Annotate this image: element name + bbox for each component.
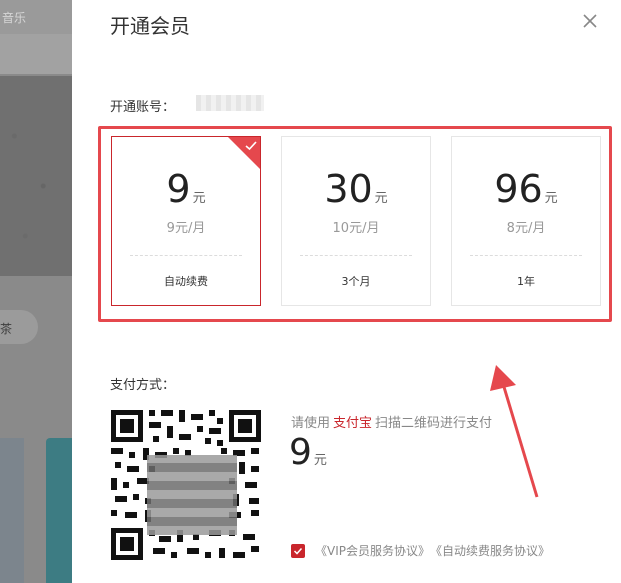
background-card <box>0 438 24 583</box>
payment-amount-unit: 元 <box>313 453 327 468</box>
background-app: 音乐 茶 <box>0 0 80 583</box>
plan-price: 96 元 <box>452 167 600 211</box>
payment-hint-prefix: 请使用 <box>291 416 331 431</box>
plan-price-unit: 元 <box>544 191 558 206</box>
plan-monthly-price: 8元/月 <box>506 221 546 236</box>
plan-option-3-months[interactable]: 30 元 10元/月 3个月 <box>281 136 431 306</box>
dialog-title: 开通会员 <box>110 14 190 38</box>
plan-price: 30 元 <box>282 167 430 211</box>
plan-price-value: 9 <box>166 167 191 211</box>
plan-monthly-price: 10元/月 <box>332 221 380 236</box>
annotation-arrow <box>490 365 539 498</box>
plan-option-1-year[interactable]: 96 元 8元/月 1年 <box>451 136 601 306</box>
close-button[interactable] <box>577 8 603 34</box>
plan-monthly-price: 9元/月 <box>166 221 206 236</box>
plan-divider <box>470 255 582 256</box>
plan-divider <box>130 255 242 256</box>
plan-period: 自动续费 <box>164 275 208 288</box>
plan-option-monthly-auto[interactable]: 9元 9元/月 自动续费 <box>111 136 261 306</box>
background-search-bar <box>0 34 80 74</box>
plan-period: 1年 <box>517 275 535 288</box>
payment-amount: 9元 <box>289 432 327 473</box>
plan-divider <box>300 255 412 256</box>
account-label: 开通账号： <box>110 100 176 115</box>
plan-price: 9元 <box>112 167 260 211</box>
plan-price-unit: 元 <box>192 191 206 206</box>
agreement-checkbox[interactable] <box>291 543 305 558</box>
checkmark-icon <box>245 141 257 151</box>
background-banner-image <box>0 76 72 276</box>
account-value-redacted <box>196 95 264 111</box>
payment-method-alipay: 支付宝 <box>333 416 373 431</box>
agreement-row: 《VIP会员服务协议》 《自动续费服务协议》 <box>291 542 550 559</box>
plan-price-unit: 元 <box>374 191 388 206</box>
plan-price-value: 96 <box>494 167 543 211</box>
background-pill-text: 茶 <box>0 322 13 336</box>
vip-purchase-dialog: 开通会员 开通账号： 9元 9元/月 自动续费 30 元 10元/月 3个月 96… <box>72 0 621 583</box>
background-title: 音乐 <box>2 11 27 25</box>
vip-agreement-link[interactable]: 《VIP会员服务协议》 <box>315 542 430 559</box>
payment-amount-value: 9 <box>289 432 312 473</box>
qr-redaction-blur <box>147 455 237 535</box>
close-icon <box>583 14 597 28</box>
auto-renew-agreement-link[interactable]: 《自动续费服务协议》 <box>430 542 550 559</box>
payment-hint-suffix: 扫描二维码进行支付 <box>375 416 493 431</box>
plan-price-value: 30 <box>324 167 373 211</box>
checkmark-icon <box>293 547 303 555</box>
plan-period: 3个月 <box>341 275 371 288</box>
payment-hint: 请使用 支付宝 扫描二维码进行支付 <box>291 412 492 431</box>
payment-method-label: 支付方式： <box>110 378 176 393</box>
